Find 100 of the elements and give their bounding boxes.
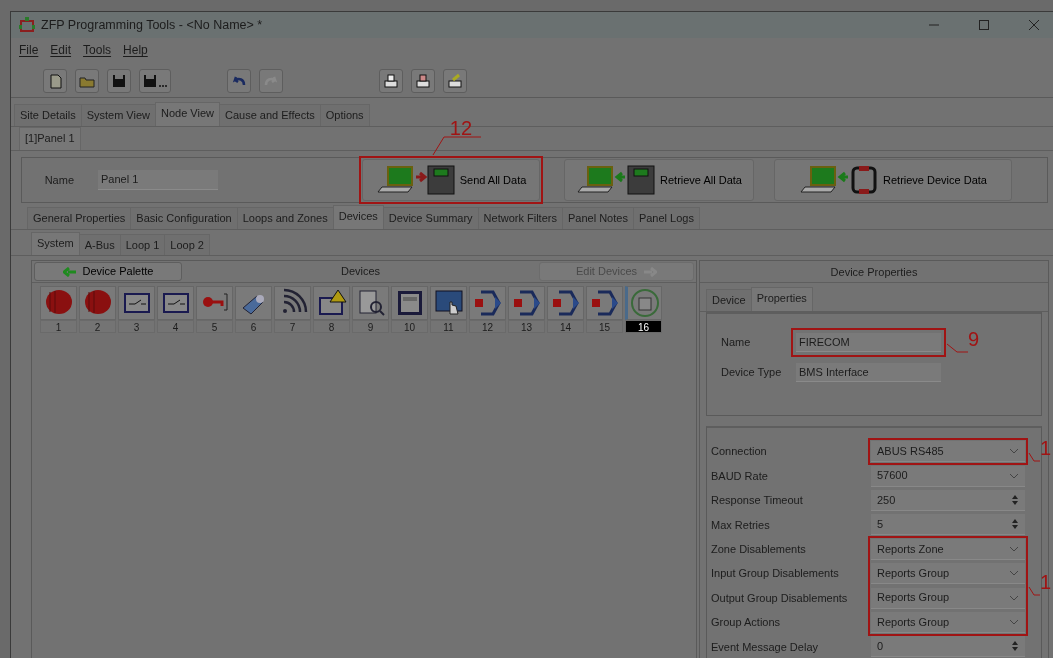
device-tile[interactable] <box>391 286 428 320</box>
spinner-arrows-icon <box>1011 640 1019 653</box>
device-tile[interactable] <box>40 286 77 320</box>
interface-module-icon <box>550 288 581 318</box>
dropdown[interactable]: Reports Group <box>871 611 1025 633</box>
leader-line <box>946 342 968 353</box>
interface-module-icon <box>511 288 542 318</box>
device-number: 8 <box>313 320 350 333</box>
field-label: Name <box>43 172 74 188</box>
device-number: 14 <box>547 320 584 333</box>
chevron-down-icon <box>1009 448 1019 455</box>
undo-button[interactable] <box>227 68 251 93</box>
device-number: 4 <box>157 320 194 333</box>
name-field[interactable]: Panel 1 <box>98 170 218 190</box>
close-icon <box>1027 19 1041 31</box>
field-label: Name <box>721 335 752 351</box>
panel-heading: Devices <box>339 264 382 280</box>
save-button[interactable] <box>107 68 131 93</box>
dropdown[interactable]: Reports Group <box>871 563 1025 585</box>
device-tile[interactable] <box>274 286 311 320</box>
device-tile[interactable] <box>79 286 116 320</box>
menu-item[interactable]: File <box>19 41 39 59</box>
device-tile[interactable] <box>196 286 233 320</box>
action-button[interactable]: Send All Data <box>362 159 540 201</box>
tab[interactable]: Devices <box>332 205 384 229</box>
leader-line <box>1028 451 1040 462</box>
menu-item[interactable]: Edit <box>50 41 72 59</box>
device-number: 3 <box>118 320 155 333</box>
setting-label: Connection <box>711 444 768 460</box>
new-file-icon <box>47 72 63 89</box>
spin-field[interactable]: 5 <box>871 514 1025 536</box>
device-number: 1 <box>40 320 77 333</box>
device-tile[interactable] <box>430 286 467 320</box>
device-type-field[interactable]: BMS Interface <box>796 362 941 383</box>
tab[interactable]: Device <box>706 289 752 311</box>
new-file-button[interactable] <box>43 68 67 93</box>
save-as-button[interactable] <box>139 68 171 93</box>
tab[interactable]: Panel Logs <box>632 207 700 229</box>
device-tile[interactable] <box>352 286 389 320</box>
device-number: 5 <box>196 320 233 333</box>
chevron-down-icon <box>1009 545 1019 552</box>
action-button[interactable]: Retrieve All Data <box>564 159 754 201</box>
setting-label: Output Group Disablements <box>711 590 849 606</box>
print-preview-icon <box>415 72 431 89</box>
leader-line <box>1028 585 1040 596</box>
device-tile[interactable] <box>625 286 662 320</box>
device-tile[interactable] <box>469 286 506 320</box>
tab[interactable]: Options <box>319 104 370 126</box>
device-tile[interactable] <box>157 286 194 320</box>
tab[interactable]: Site Details <box>14 104 82 126</box>
dropdown[interactable]: Reports Zone <box>871 538 1025 560</box>
menu-item[interactable]: Help <box>123 41 148 59</box>
menu-item[interactable]: Tools <box>83 41 112 59</box>
print-icon <box>383 72 399 89</box>
chevron-down-icon <box>1009 594 1019 601</box>
dropdown[interactable]: ABUS RS485 <box>871 441 1025 463</box>
tab[interactable]: Node View <box>155 102 220 126</box>
device-tile[interactable] <box>547 286 584 320</box>
tab[interactable]: System <box>31 231 80 255</box>
device-number: 12 <box>469 320 506 333</box>
dropdown[interactable]: Reports Group <box>871 587 1025 609</box>
device-tile[interactable] <box>586 286 623 320</box>
device-tile[interactable] <box>118 286 155 320</box>
save-as-icon <box>142 72 168 89</box>
panel-to-computer-icon <box>576 165 657 195</box>
tab[interactable]: [1]Panel 1 <box>19 126 81 150</box>
redo-button[interactable] <box>259 68 283 93</box>
print-preview-button[interactable] <box>411 68 435 93</box>
device-number: 7 <box>274 320 311 333</box>
warning-switch-icon <box>316 288 347 318</box>
tab[interactable]: General Properties <box>27 207 132 229</box>
interface-module-icon <box>589 288 620 318</box>
print-setup-button[interactable] <box>443 68 467 93</box>
device-to-computer-icon <box>799 165 880 195</box>
setting-label: BAUD Rate <box>711 468 769 484</box>
action-button[interactable]: Retrieve Device Data <box>774 159 1012 201</box>
setting-label: Event Message Delay <box>711 639 819 655</box>
spin-field[interactable]: 250 <box>871 489 1025 511</box>
device-number: 11 <box>430 320 467 333</box>
setting-label: Zone Disablements <box>711 542 807 557</box>
device-number: 6 <box>235 320 272 333</box>
window-title: ZFP Programming Tools - <No Name> * <box>41 16 263 34</box>
setting-label: Input Group Disablements <box>711 566 840 582</box>
device-number: 9 <box>352 320 389 333</box>
callout-number: 9 <box>968 328 980 349</box>
folder-button[interactable] <box>75 68 99 93</box>
device-tile[interactable] <box>313 286 350 320</box>
device-palette-button[interactable]: Device Palette <box>34 262 182 281</box>
save-icon <box>111 72 127 89</box>
spinner-arrows-icon <box>1011 518 1019 531</box>
device-tile[interactable] <box>235 286 272 320</box>
tab[interactable]: Properties <box>750 287 813 311</box>
setting-label: Max Retries <box>711 517 771 533</box>
chevron-down-icon <box>1009 618 1019 625</box>
name-field[interactable]: FIRECOM <box>796 332 941 353</box>
print-button[interactable] <box>379 68 403 93</box>
device-tile[interactable] <box>508 286 545 320</box>
tab[interactable]: Loop 2 <box>164 233 210 255</box>
dropdown[interactable]: 57600 <box>871 465 1025 487</box>
spin-field[interactable]: 0 <box>871 636 1025 658</box>
